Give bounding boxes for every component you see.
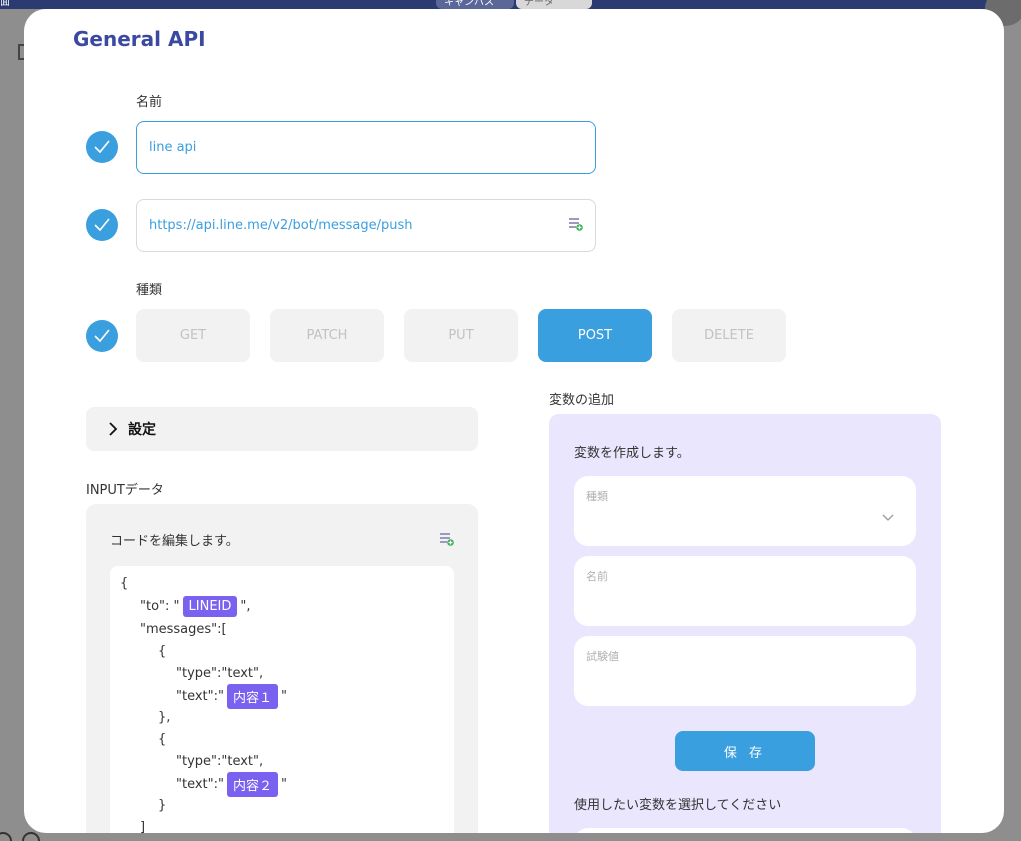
code-text: {: [158, 644, 167, 659]
method-post-button[interactable]: POST: [538, 309, 652, 362]
code-line: "messages":[: [140, 622, 227, 637]
code-line: "to": " LINEID ",: [140, 596, 251, 617]
variable-chip-content2[interactable]: 内容２: [226, 772, 278, 797]
add-variable-icon[interactable]: [440, 531, 454, 550]
variables-label: 変数の追加: [549, 393, 615, 408]
code-editor[interactable]: { "to": " LINEID ", "messages":[ { "type":…: [110, 566, 454, 833]
code-text: ": [281, 777, 287, 792]
name-label: 名前: [136, 95, 163, 110]
settings-toggle[interactable]: 設定: [86, 407, 478, 451]
code-text: "messages":[: [140, 622, 227, 637]
code-text: ]: [140, 820, 146, 833]
variable-chip-lineid[interactable]: LINEID: [182, 596, 238, 617]
circle-icon: [22, 832, 40, 841]
code-line: {: [158, 732, 166, 747]
variable-type-label: 種類: [586, 490, 608, 503]
save-button[interactable]: 保 存: [675, 731, 815, 771]
method-patch-button[interactable]: PATCH: [270, 309, 384, 362]
code-text: {: [120, 576, 129, 591]
check-icon: [86, 320, 118, 352]
chevron-down-icon: [882, 514, 894, 521]
general-api-modal: General API 名前 line api https://api.line…: [24, 9, 1004, 833]
variables-panel-title: 変数を作成します。: [574, 446, 690, 461]
code-text: "text":": [176, 777, 224, 792]
name-input[interactable]: line api: [136, 121, 596, 174]
method-get-button[interactable]: GET: [136, 309, 250, 362]
code-text: {: [158, 732, 167, 747]
method-put-button[interactable]: PUT: [404, 309, 518, 362]
chevron-right-icon: [109, 422, 118, 436]
select-variable-hint: 使用したい変数を選択してください: [574, 798, 782, 813]
url-input-value: https://api.line.me/v2/bot/message/push: [149, 218, 413, 233]
input-data-label: INPUTデータ: [86, 483, 164, 498]
code-line: },: [158, 710, 170, 725]
method-delete-button[interactable]: DELETE: [672, 309, 786, 362]
add-variable-icon[interactable]: [569, 217, 583, 235]
code-text: ": [281, 689, 287, 704]
code-line: ]: [140, 820, 145, 833]
input-panel-title: コードを編集します。: [110, 534, 239, 549]
code-line: "type":"text",: [176, 754, 263, 769]
variable-select-field[interactable]: [574, 828, 916, 833]
code-line: {: [158, 644, 166, 659]
input-data-panel: コードを編集します。 { "to": " LINEID ", "messages":…: [86, 504, 478, 833]
name-input-value: line api: [149, 140, 197, 155]
settings-label: 設定: [128, 422, 156, 438]
code-text: "to": ": [140, 599, 180, 614]
code-line: "type":"text",: [176, 666, 263, 681]
variable-type-select[interactable]: 種類: [574, 476, 916, 546]
code-line: }: [158, 798, 166, 813]
variable-chip-content1[interactable]: 内容１: [226, 684, 278, 709]
variable-test-value-label: 試験値: [586, 650, 619, 663]
variable-name-field[interactable]: 名前: [574, 556, 916, 626]
check-icon: [86, 131, 118, 163]
circle-icon: [0, 832, 12, 841]
code-text: "type":"text",: [176, 754, 264, 769]
background-tab-canvas[interactable]: キャンバス: [436, 0, 514, 9]
modal-title: General API: [73, 27, 206, 51]
method-label: 種類: [136, 283, 163, 298]
code-line: "text":" 内容２ ": [176, 772, 287, 797]
variables-panel: 変数を作成します。 種類 名前 試験値 保 存 使用したい変数を選択してください: [549, 414, 941, 833]
code-text: },: [158, 710, 171, 725]
code-text: }: [158, 798, 167, 813]
code-text: ",: [240, 599, 251, 614]
url-input[interactable]: https://api.line.me/v2/bot/message/push: [136, 199, 596, 252]
check-icon: [86, 209, 118, 241]
background-label: 面: [0, 0, 10, 8]
code-text: "text":": [176, 689, 224, 704]
variable-test-value-field[interactable]: 試験値: [574, 636, 916, 706]
background-tab-data[interactable]: データ: [516, 0, 592, 9]
code-text: "type":"text",: [176, 666, 264, 681]
code-line: {: [120, 576, 128, 591]
variable-name-label: 名前: [586, 570, 608, 583]
code-line: "text":" 内容１ ": [176, 684, 287, 709]
